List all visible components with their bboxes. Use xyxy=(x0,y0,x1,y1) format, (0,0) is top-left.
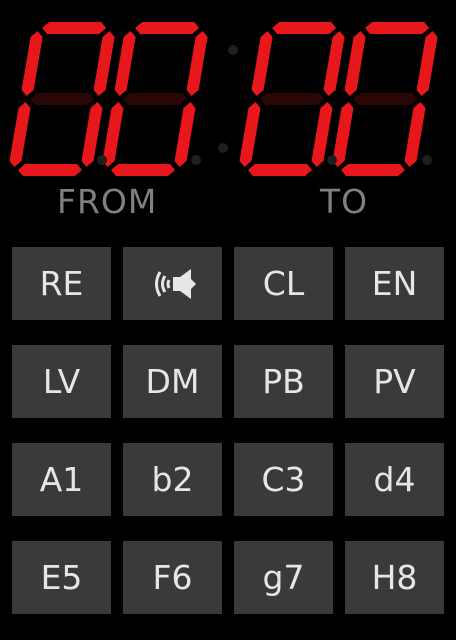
segment-c xyxy=(404,102,426,167)
re-button[interactable]: RE xyxy=(12,247,111,320)
g7-button[interactable]: g7 xyxy=(234,541,333,614)
to-digit-1 xyxy=(239,22,345,176)
pv-button[interactable]: PV xyxy=(345,345,444,418)
cl-button[interactable]: CL xyxy=(234,247,333,320)
lv-button[interactable]: LV xyxy=(12,345,111,418)
segment-e xyxy=(9,102,31,167)
from-label: FROM xyxy=(57,182,158,221)
b2-button[interactable]: b2 xyxy=(123,443,222,516)
segment-f xyxy=(21,31,43,96)
dm-button[interactable]: DM xyxy=(123,345,222,418)
from-digit-2 xyxy=(102,22,208,176)
segment-f xyxy=(344,31,366,96)
segment-b xyxy=(93,31,115,96)
colon-dot-top xyxy=(228,45,238,55)
segment-b xyxy=(416,31,438,96)
sound-button[interactable] xyxy=(123,247,222,320)
segment-a xyxy=(365,22,430,34)
colon-dot-bottom xyxy=(218,143,228,153)
segment-f xyxy=(251,31,273,96)
segment-d xyxy=(248,164,312,176)
a1-button[interactable]: A1 xyxy=(12,443,111,516)
segment-d xyxy=(341,164,405,176)
d4-button[interactable]: d4 xyxy=(345,443,444,516)
segment-g xyxy=(260,93,325,105)
segment-a xyxy=(42,22,107,34)
from-digit-1 xyxy=(9,22,115,176)
f6-button[interactable]: F6 xyxy=(123,541,222,614)
segment-e xyxy=(239,102,261,167)
h8-button[interactable]: H8 xyxy=(345,541,444,614)
segment-b xyxy=(186,31,208,96)
c3-button[interactable]: C3 xyxy=(234,443,333,516)
pb-button[interactable]: PB xyxy=(234,345,333,418)
decimal-point xyxy=(327,155,337,165)
segment-g xyxy=(353,93,418,105)
decimal-point xyxy=(422,155,432,165)
segment-a xyxy=(135,22,200,34)
speaker-sound-icon xyxy=(154,268,196,299)
decimal-point xyxy=(191,155,201,165)
to-label: TO xyxy=(320,182,369,221)
segment-a xyxy=(272,22,337,34)
decimal-point xyxy=(97,155,107,165)
segment-b xyxy=(323,31,345,96)
e5-button[interactable]: E5 xyxy=(12,541,111,614)
segment-d xyxy=(18,164,82,176)
en-button[interactable]: EN xyxy=(345,247,444,320)
segment-d xyxy=(111,164,175,176)
keypad: RE CL EN LV DM PB PV A1 b2 C3 d4 E5 F6 g… xyxy=(12,247,444,614)
segment-g xyxy=(123,93,188,105)
segment-f xyxy=(114,31,136,96)
to-digit-2 xyxy=(332,22,438,176)
segment-g xyxy=(30,93,95,105)
